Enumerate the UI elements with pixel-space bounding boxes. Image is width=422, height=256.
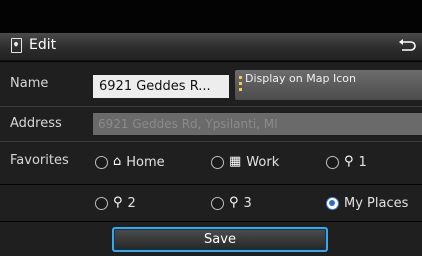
radio-button-selected[interactable] — [326, 196, 339, 210]
save-button[interactable]: Save — [112, 227, 328, 252]
edit-document-icon — [11, 38, 22, 53]
favorite-option-3[interactable]: ⚲ 3 — [211, 193, 252, 213]
favorites-row-2: ⚲ 2 ⚲ 3 My Places — [0, 185, 422, 221]
favorite-option-work[interactable]: ▦ Work — [211, 152, 279, 172]
favorite-option-1[interactable]: ⚲ 1 — [326, 152, 367, 172]
favorite-option-my-places[interactable]: My Places — [326, 193, 408, 213]
work-icon: ▦ — [229, 154, 242, 169]
favorites-row: Favorites ⌂ Home ▦ Work ⚲ 1 — [0, 142, 422, 184]
action-row: Save — [0, 222, 422, 256]
radio-button[interactable] — [95, 155, 108, 169]
page-title: Edit — [29, 37, 57, 53]
name-row: Name 6921 Geddes R... Display on Map Ico… — [0, 62, 422, 106]
display-on-map-icon-button[interactable]: Display on Map Icon — [235, 70, 422, 100]
favorite-option-label: 3 — [243, 195, 252, 211]
favorite-key-icon: ⚲ — [344, 154, 354, 169]
header-bar: Edit — [0, 33, 422, 61]
radio-button[interactable] — [211, 196, 224, 210]
favorite-option-label: My Places — [344, 195, 409, 211]
status-bar — [0, 0, 422, 32]
radio-button[interactable] — [211, 155, 224, 169]
favorite-option-label: 1 — [358, 154, 367, 170]
favorite-key-icon: ⚲ — [229, 195, 239, 210]
back-arrow-icon — [399, 39, 416, 51]
name-label: Name — [10, 76, 49, 91]
favorites-label: Favorites — [10, 153, 69, 168]
address-label: Address — [10, 116, 62, 131]
favorite-option-2[interactable]: ⚲ 2 — [95, 193, 136, 213]
radio-button[interactable] — [95, 196, 108, 210]
favorite-option-home[interactable]: ⌂ Home — [95, 152, 165, 172]
home-icon: ⌂ — [113, 154, 122, 169]
back-button[interactable] — [392, 33, 422, 60]
address-row: Address 6921 Geddes Rd, Ypsilanti, MI — [0, 107, 422, 141]
favorite-option-label: Home — [126, 154, 165, 170]
favorite-key-icon: ⚲ — [113, 195, 123, 210]
favorite-option-label: Work — [246, 154, 280, 170]
address-field: 6921 Geddes Rd, Ypsilanti, MI — [93, 113, 422, 135]
name-field[interactable]: 6921 Geddes R... — [93, 75, 229, 98]
radio-button[interactable] — [326, 155, 339, 169]
favorite-option-label: 2 — [127, 195, 136, 211]
